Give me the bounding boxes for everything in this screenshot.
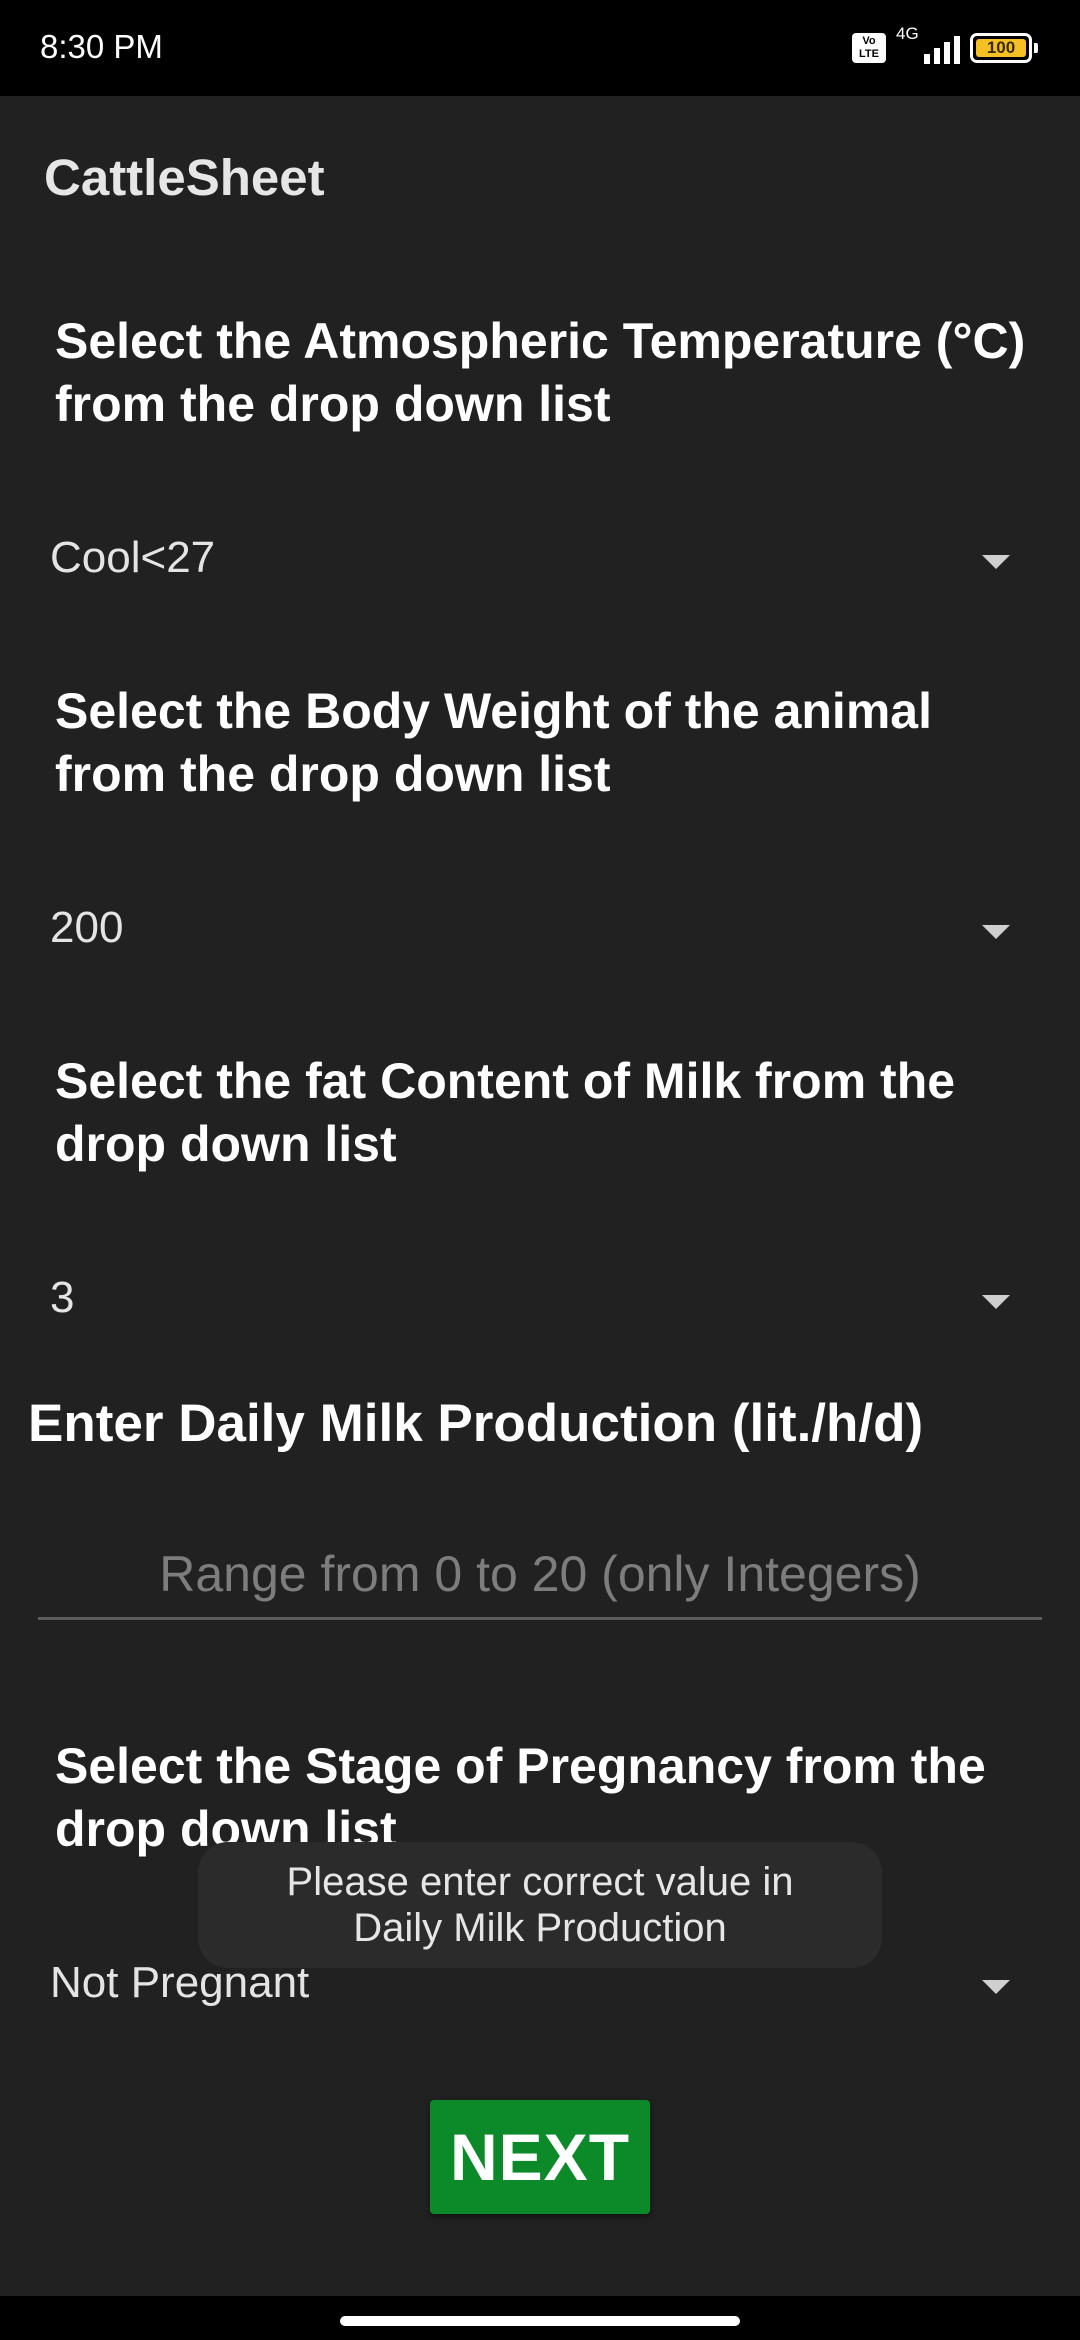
temperature-question: Select the Atmospheric Temperature (°C) …	[55, 313, 1026, 432]
status-bar: 8:30 PM Vo LTE 4G 100	[0, 0, 1080, 96]
signal-bar	[924, 54, 930, 64]
app-title: CattleSheet	[44, 149, 325, 206]
dropdown-arrow-icon	[982, 1295, 1010, 1309]
error-toast: Please enter correct value in Daily Milk…	[198, 1842, 882, 1968]
volte-icon: Vo LTE	[852, 33, 886, 63]
signal-bar	[954, 36, 960, 64]
dropdown-arrow-icon	[982, 925, 1010, 939]
fat-content-selected-value: 3	[50, 1273, 75, 1322]
dropdown-arrow-icon	[982, 1980, 1010, 1994]
fat-content-dropdown[interactable]: 3	[50, 1255, 1010, 1345]
signal-icon: 4G	[896, 24, 960, 68]
battery-tip	[1034, 43, 1038, 53]
app-bar: CattleSheet	[0, 96, 1080, 256]
temperature-selected-value: Cool<27	[50, 533, 216, 582]
milk-production-input[interactable]	[38, 1530, 1042, 1620]
network-type-label: 4G	[896, 24, 919, 43]
next-button[interactable]: NEXT	[430, 2100, 650, 2214]
home-indicator[interactable]	[340, 2316, 740, 2326]
signal-bars	[924, 36, 960, 64]
signal-bar	[944, 42, 950, 64]
battery-icon: 100	[970, 33, 1038, 63]
battery-level: 100	[976, 39, 1026, 57]
body-weight-dropdown[interactable]: 200	[50, 885, 1010, 975]
dropdown-arrow-icon	[982, 555, 1010, 569]
fat-content-question: Select the fat Content of Milk from the …	[55, 1053, 956, 1172]
temperature-dropdown[interactable]: Cool<27	[50, 515, 1010, 605]
status-icons: Vo LTE 4G 100	[852, 24, 1038, 68]
body-weight-selected-value: 200	[50, 903, 124, 952]
milk-production-label: Enter Daily Milk Production (lit./h/d)	[28, 1394, 924, 1453]
screen: 8:30 PM Vo LTE 4G 100 CattleSheet Select…	[0, 0, 1080, 2340]
signal-bar	[934, 48, 940, 64]
body-weight-question: Select the Body Weight of the animal fro…	[55, 683, 932, 802]
status-time: 8:30 PM	[40, 28, 163, 65]
